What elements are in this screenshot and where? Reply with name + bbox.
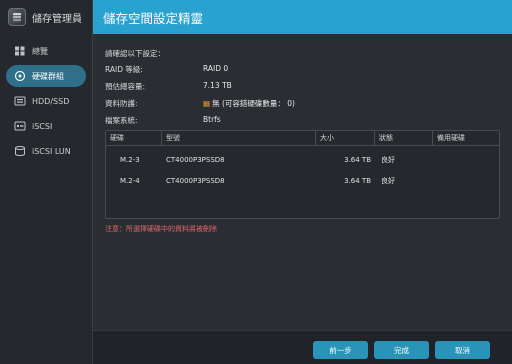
sidebar-item-label: 總覽 bbox=[32, 46, 48, 56]
sidebar-item-label: iSCSI bbox=[32, 121, 53, 131]
raid-level-value: RAID 0 bbox=[203, 64, 229, 73]
capacity-value: 7.13 TB bbox=[203, 81, 232, 90]
iscsi-icon bbox=[14, 121, 26, 131]
column-header-disk[interactable]: 硬碟 bbox=[106, 131, 162, 145]
drive-icon bbox=[14, 96, 26, 106]
storage-manager-logo-icon bbox=[8, 8, 26, 26]
table-row[interactable]: M.2-3 CT4000P3PSSD8 3.64 TB 良好 bbox=[106, 149, 499, 170]
protection-row: 資料防護: ▦ 無 (可容錯硬碟數量： 0) bbox=[105, 98, 295, 109]
capacity-label: 預估總容量: bbox=[105, 82, 146, 91]
dialog-body: 請確認以下設定： RAID 等級: RAID 0 預估總容量: 7.13 TB … bbox=[93, 34, 512, 330]
table-rows: M.2-3 CT4000P3PSSD8 3.64 TB 良好 M.2-4 CT4… bbox=[106, 146, 499, 191]
column-header-status[interactable]: 狀態 bbox=[375, 131, 433, 145]
dialog-header: 儲存空間設定精靈 bbox=[93, 0, 512, 34]
disk-table: 硬碟 型號 大小 狀態 備用硬碟 M.2-3 CT4000P3PSSD8 3.6… bbox=[105, 130, 500, 219]
app-header: 儲存管理員 bbox=[0, 0, 92, 34]
cancel-button[interactable]: 取消 bbox=[435, 341, 490, 359]
sidebar: 儲存管理員 總覽 硬碟群組 HDD/SSD iSCSI iSCSI LUN bbox=[0, 0, 92, 364]
warning-icon: ▦ bbox=[203, 99, 211, 108]
protection-value: 無 (可容錯硬碟數量： 0) bbox=[212, 99, 295, 108]
sidebar-item-iscsi-lun[interactable]: iSCSI LUN bbox=[6, 140, 86, 162]
grid-icon bbox=[14, 46, 26, 56]
dialog-title: 儲存空間設定精靈 bbox=[103, 10, 204, 26]
protection-label: 資料防護: bbox=[105, 99, 138, 108]
column-header-model[interactable]: 型號 bbox=[162, 131, 316, 145]
column-header-size[interactable]: 大小 bbox=[316, 131, 375, 145]
raid-level-label: RAID 等級: bbox=[105, 65, 143, 74]
table-header: 硬碟 型號 大小 狀態 備用硬碟 bbox=[106, 131, 499, 146]
finish-button[interactable]: 完成 bbox=[374, 341, 429, 359]
cell-model: CT4000P3PSSD8 bbox=[166, 176, 225, 185]
app-title: 儲存管理員 bbox=[32, 13, 82, 25]
cell-model: CT4000P3PSSD8 bbox=[166, 155, 225, 164]
filesystem-label: 檔案系統: bbox=[105, 116, 138, 125]
filesystem-row: 檔案系統: Btrfs bbox=[105, 115, 221, 126]
back-button[interactable]: 前一步 bbox=[313, 341, 368, 359]
raid-level-row: RAID 等級: RAID 0 bbox=[105, 64, 228, 75]
sidebar-item-overview[interactable]: 總覽 bbox=[6, 40, 86, 62]
sidebar-item-label: iSCSI LUN bbox=[32, 146, 71, 156]
filesystem-value: Btrfs bbox=[203, 115, 221, 124]
storage-wizard-dialog: 儲存空間設定精靈 請確認以下設定： RAID 等級: RAID 0 預估總容量:… bbox=[92, 0, 512, 364]
capacity-row: 預估總容量: 7.13 TB bbox=[105, 81, 232, 92]
cell-size: 3.64 TB bbox=[344, 155, 371, 164]
column-header-spare[interactable]: 備用硬碟 bbox=[433, 131, 499, 145]
cell-size: 3.64 TB bbox=[344, 176, 371, 185]
sidebar-item-iscsi[interactable]: iSCSI bbox=[6, 115, 86, 137]
sidebar-nav: 總覽 硬碟群組 HDD/SSD iSCSI iSCSI LUN bbox=[0, 40, 92, 162]
sidebar-item-hdd-ssd[interactable]: HDD/SSD bbox=[6, 90, 86, 112]
cell-status: 良好 bbox=[381, 155, 395, 164]
cell-disk: M.2-3 bbox=[120, 155, 140, 164]
data-deletion-warning: 注意：所選擇硬碟中的資料將被刪除 bbox=[105, 225, 217, 233]
disk-group-icon bbox=[14, 71, 26, 81]
sidebar-item-disk-group[interactable]: 硬碟群組 bbox=[6, 65, 86, 87]
cell-status: 良好 bbox=[381, 176, 395, 185]
sidebar-item-label: 硬碟群組 bbox=[32, 71, 64, 81]
lun-icon bbox=[14, 146, 26, 156]
dialog-footer: 前一步 完成 取消 bbox=[93, 330, 512, 364]
sidebar-item-label: HDD/SSD bbox=[32, 96, 70, 106]
table-row[interactable]: M.2-4 CT4000P3PSSD8 3.64 TB 良好 bbox=[106, 170, 499, 191]
confirm-intro: 請確認以下設定： bbox=[105, 49, 165, 58]
cell-disk: M.2-4 bbox=[120, 176, 140, 185]
protection-value-wrap: ▦ 無 (可容錯硬碟數量： 0) bbox=[203, 98, 295, 109]
